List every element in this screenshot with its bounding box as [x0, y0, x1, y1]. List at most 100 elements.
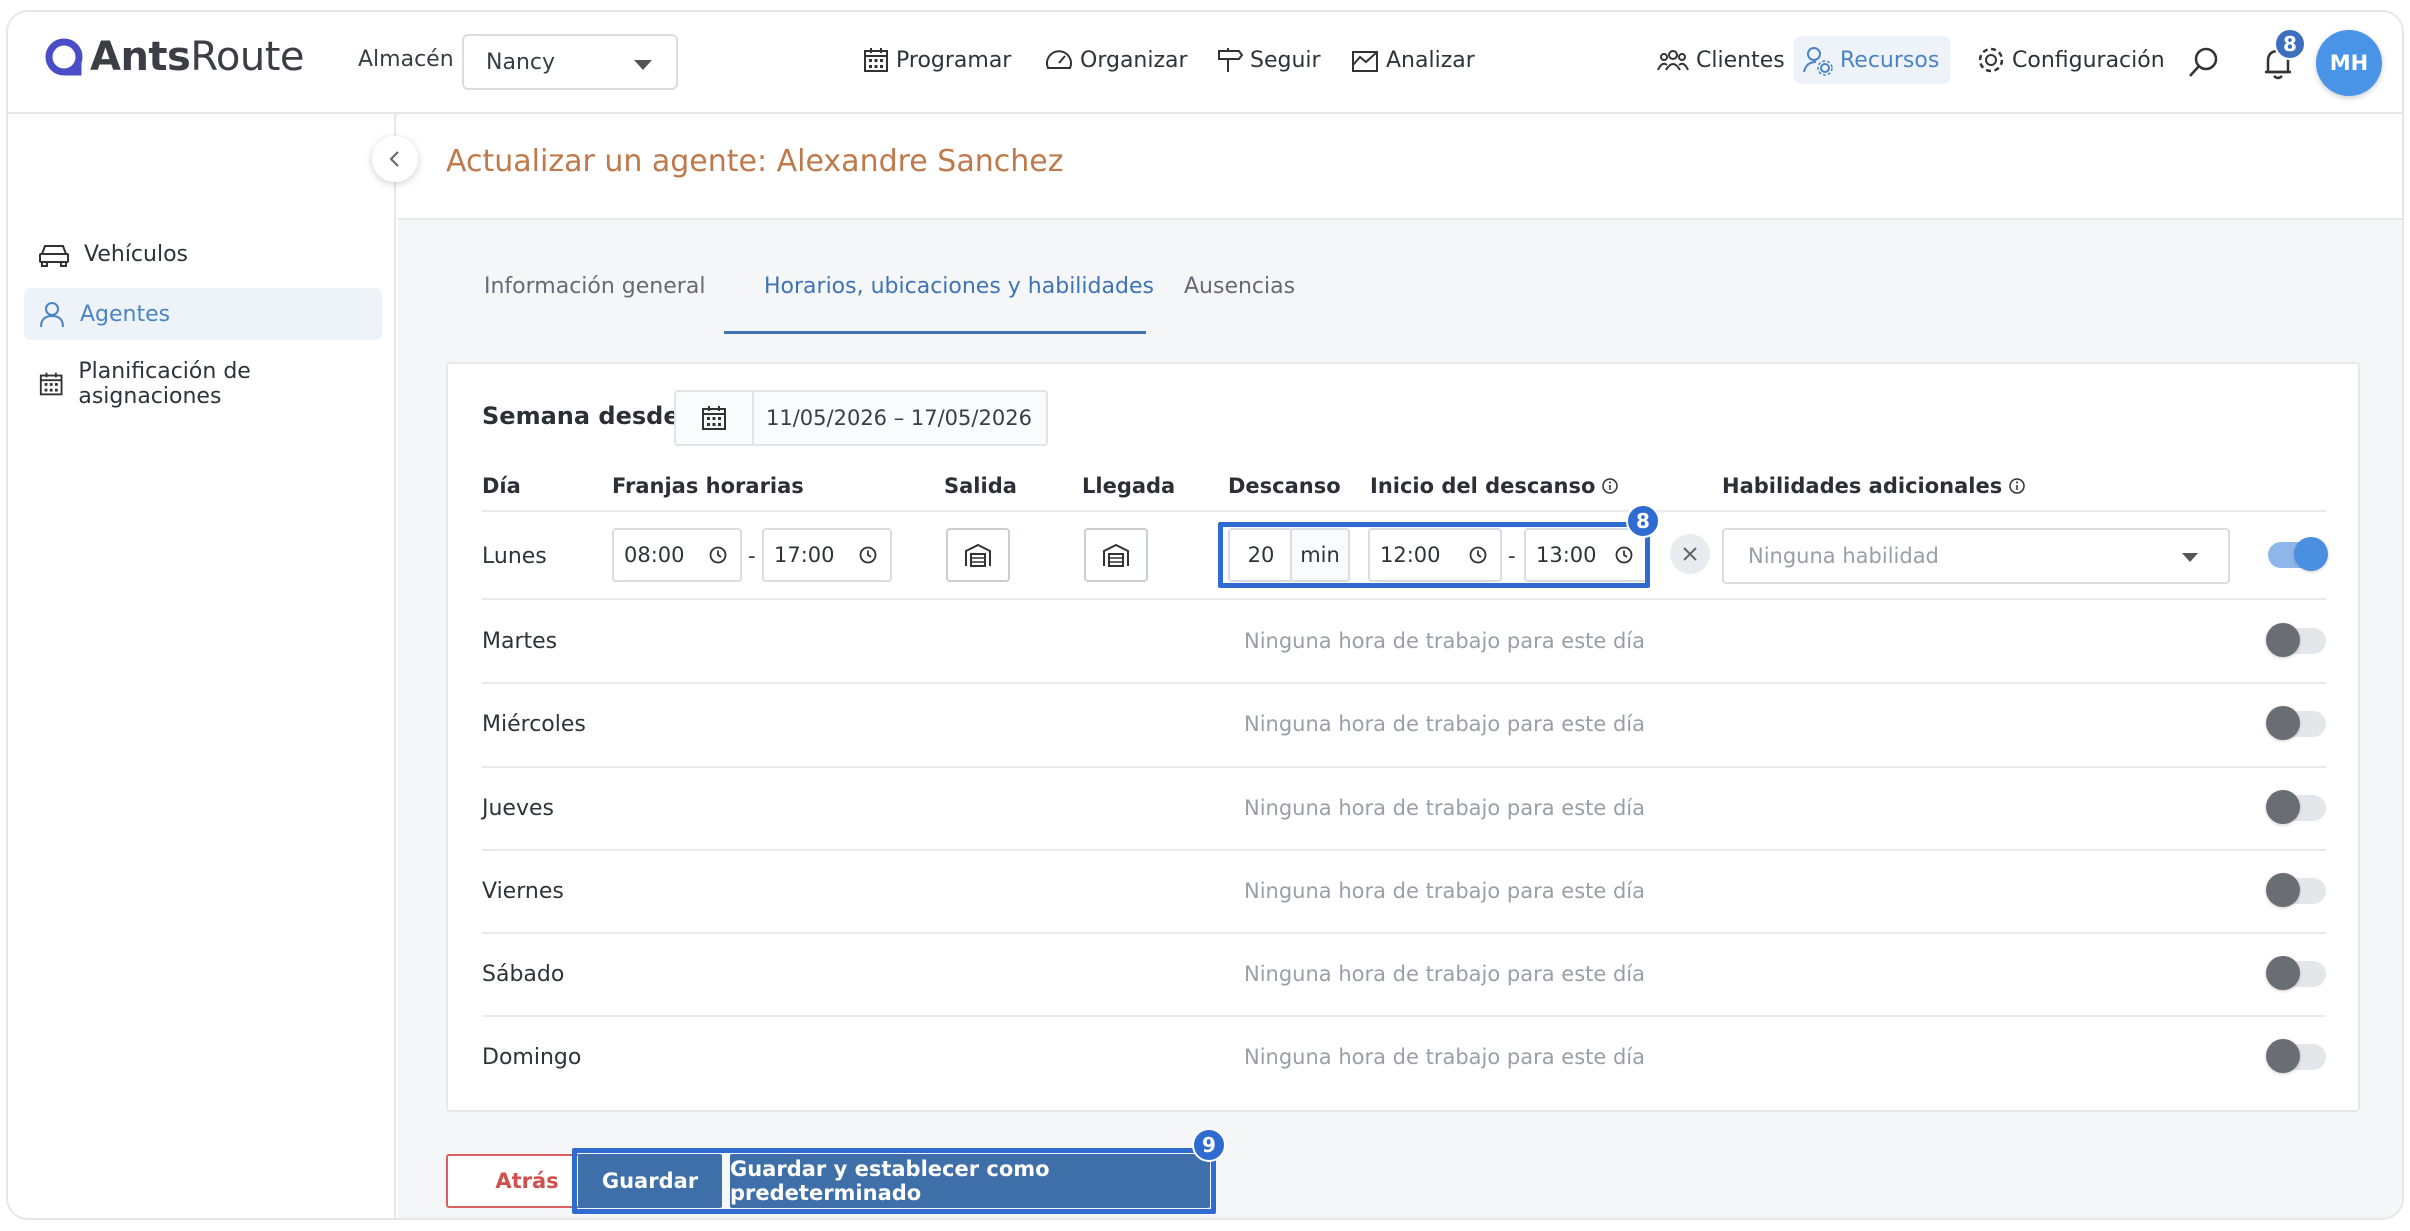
- chevron-left-icon: [389, 151, 399, 167]
- nav-recursos[interactable]: Recursos: [1794, 36, 1950, 84]
- step-badge-8: 8: [1626, 504, 1660, 538]
- nav-label: Organizar: [1080, 47, 1188, 73]
- skills-select[interactable]: Ninguna habilidad: [1722, 528, 2230, 584]
- info-icon[interactable]: [1601, 477, 1619, 495]
- header-skills: Habilidades adicionales: [1722, 474, 2026, 498]
- clock-icon: [859, 546, 877, 564]
- toggle-knob: [2266, 873, 2300, 907]
- day-toggle-friday[interactable]: [2266, 873, 2326, 907]
- sidebar-item-label: Planificación de asignaciones: [78, 359, 251, 409]
- warehouse-select[interactable]: Nancy: [462, 34, 678, 90]
- toggle-knob: [2266, 790, 2300, 824]
- toggle-knob: [2266, 706, 2300, 740]
- header-break-start-label: Inicio del descanso: [1370, 474, 1596, 498]
- day-toggle-saturday[interactable]: [2266, 956, 2326, 990]
- user-gear-icon: [1803, 47, 1833, 76]
- slot-start-input[interactable]: 08:00: [612, 528, 742, 582]
- nav-configuracion[interactable]: Configuración: [1968, 36, 2173, 84]
- car-icon: [39, 245, 69, 267]
- day-label-thursday: Jueves: [482, 796, 554, 821]
- calendar-icon: [864, 48, 888, 72]
- page-header: Actualizar un agente: Alexandre Sanchez: [398, 114, 2402, 220]
- day-label-monday: Lunes: [482, 544, 547, 569]
- day-toggle-wednesday[interactable]: [2266, 706, 2326, 740]
- calendar-icon: [39, 372, 63, 396]
- nav-seguir[interactable]: Seguir: [1208, 36, 1329, 84]
- toggle-knob: [2266, 623, 2300, 657]
- warehouse-value: Nancy: [486, 50, 555, 75]
- no-work-text: Ninguna hora de trabajo para este día: [1244, 796, 1645, 820]
- tab-horarios[interactable]: Horarios, ubicaciones y habilidades: [764, 274, 1154, 299]
- nav-organizar[interactable]: Organizar: [1036, 36, 1196, 84]
- divider: [482, 766, 2326, 768]
- week-picker[interactable]: 11/05/2026 – 17/05/2026: [674, 390, 1048, 446]
- sidebar-item-agentes[interactable]: Agentes: [24, 288, 382, 340]
- week-range: 11/05/2026 – 17/05/2026: [766, 406, 1032, 430]
- header-slots: Franjas horarias: [612, 474, 804, 498]
- tab-ausencias[interactable]: Ausencias: [1184, 274, 1295, 299]
- collapse-sidebar-button[interactable]: [372, 136, 418, 182]
- antsroute-logo[interactable]: AntsRoute: [44, 34, 304, 80]
- divider: [482, 849, 2326, 851]
- nav-analizar[interactable]: Analizar: [1342, 36, 1483, 84]
- main-content: Actualizar un agente: Alexandre Sanchez …: [398, 114, 2402, 1218]
- nav-label: Configuración: [2012, 47, 2165, 73]
- chevron-down-icon: [634, 60, 652, 70]
- day-label-wednesday: Miércoles: [482, 712, 586, 737]
- clear-break-button[interactable]: [1670, 534, 1710, 574]
- divider: [482, 1015, 2326, 1017]
- no-work-text: Ninguna hora de trabajo para este día: [1244, 629, 1645, 653]
- nav-label: Recursos: [1840, 47, 1940, 73]
- day-toggle-sunday[interactable]: [2266, 1039, 2326, 1073]
- slot-end-input[interactable]: 17:00: [762, 528, 892, 582]
- day-toggle-monday[interactable]: [2268, 537, 2328, 571]
- gauge-icon: [1046, 50, 1072, 69]
- arrival-location-button[interactable]: [1084, 528, 1148, 582]
- header-arrival: Llegada: [1082, 474, 1176, 498]
- sidebar-item-planificacion[interactable]: Planificación de asignaciones: [24, 358, 382, 410]
- save-button[interactable]: Guardar: [578, 1154, 722, 1208]
- save-default-button[interactable]: Guardar y establecer como predeterminado: [730, 1154, 1210, 1208]
- app-window: AntsRoute Almacén Nancy Programar Organi…: [6, 10, 2404, 1220]
- header-skills-label: Habilidades adicionales: [1722, 474, 2003, 498]
- nav-programar[interactable]: Programar: [854, 36, 1019, 84]
- header-day: Día: [482, 474, 521, 498]
- active-tab-indicator: [724, 331, 1146, 334]
- no-work-text: Ninguna hora de trabajo para este día: [1244, 1045, 1645, 1069]
- warehouse-icon: [965, 543, 991, 567]
- skills-placeholder: Ninguna habilidad: [1748, 544, 1939, 568]
- warehouse-icon: [1103, 543, 1129, 567]
- chevron-down-icon: [2182, 553, 2198, 562]
- no-work-text: Ninguna hora de trabajo para este día: [1244, 879, 1645, 903]
- toggle-knob: [2266, 1039, 2300, 1073]
- divider: [482, 932, 2326, 934]
- no-work-text: Ninguna hora de trabajo para este día: [1244, 712, 1645, 736]
- header-break: Descanso: [1228, 474, 1341, 498]
- no-work-text: Ninguna hora de trabajo para este día: [1244, 962, 1645, 986]
- slot-separator: -: [748, 544, 756, 568]
- person-icon: [40, 302, 64, 328]
- slot-start-value: 08:00: [624, 543, 685, 567]
- clock-icon: [709, 546, 727, 564]
- day-toggle-thursday[interactable]: [2266, 790, 2326, 824]
- nav-label: Seguir: [1250, 47, 1321, 73]
- sidebar-item-label: Vehículos: [84, 241, 189, 267]
- calendar-icon[interactable]: [676, 392, 754, 444]
- sidebar: Vehículos Agentes Planificación de asign…: [8, 114, 396, 1218]
- search-icon[interactable]: [2184, 42, 2224, 82]
- break-highlight-box: [1218, 522, 1650, 588]
- logo-icon: [45, 38, 83, 76]
- warehouse-label: Almacén: [358, 47, 454, 72]
- day-label-friday: Viernes: [482, 879, 564, 904]
- info-icon[interactable]: [2008, 477, 2026, 495]
- day-toggle-tuesday[interactable]: [2266, 623, 2326, 657]
- nav-clientes[interactable]: Clientes: [1648, 36, 1793, 84]
- tab-informacion-general[interactable]: Información general: [484, 274, 705, 299]
- day-label-tuesday: Martes: [482, 629, 558, 654]
- gear-icon: [1978, 47, 2004, 73]
- avatar[interactable]: MH: [2316, 30, 2382, 96]
- day-label-sunday: Domingo: [482, 1045, 582, 1070]
- sidebar-item-vehiculos[interactable]: Vehículos: [24, 228, 382, 280]
- top-navigation-bar: AntsRoute Almacén Nancy Programar Organi…: [8, 12, 2402, 114]
- departure-location-button[interactable]: [946, 528, 1010, 582]
